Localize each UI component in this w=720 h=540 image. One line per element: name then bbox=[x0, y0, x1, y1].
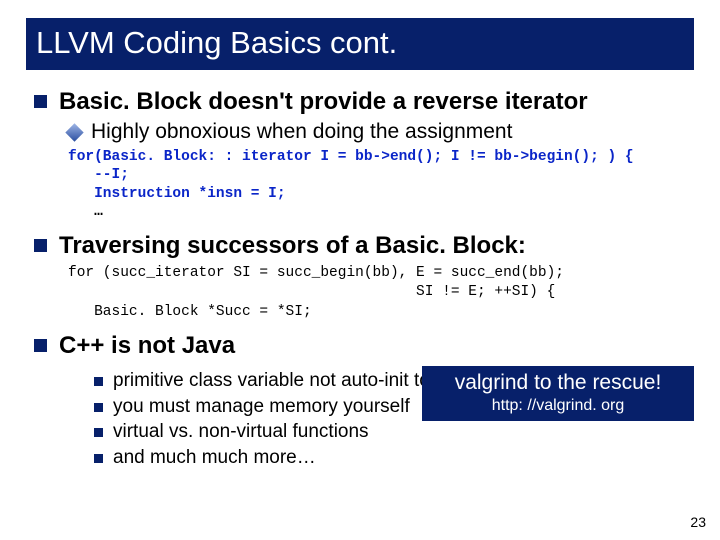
square-bullet-icon bbox=[94, 454, 103, 463]
code-line: Basic. Block *Succ = *SI; bbox=[68, 304, 312, 320]
code-line: Instruction *insn = I; bbox=[68, 186, 286, 202]
sub-bullet-text: and much much more… bbox=[113, 447, 316, 470]
square-bullet-icon bbox=[34, 339, 47, 352]
sub-bullet-text: you must manage memory yourself bbox=[113, 396, 410, 419]
code-block: for (succ_iterator SI = succ_begin(bb), … bbox=[68, 264, 694, 323]
slide: LLVM Coding Basics cont. Basic. Block do… bbox=[0, 0, 720, 540]
sub-bullet-item: and much much more… bbox=[94, 447, 694, 470]
bullet-item: Traversing successors of a Basic. Block: bbox=[34, 232, 694, 260]
sub-bullet-text: primitive class variable not auto-init t… bbox=[113, 370, 446, 393]
square-bullet-icon bbox=[94, 403, 103, 412]
sub-bullet-area: valgrind to the rescue! http: //valgrind… bbox=[94, 370, 694, 470]
callout-box: valgrind to the rescue! http: //valgrind… bbox=[422, 366, 694, 421]
square-bullet-icon bbox=[94, 428, 103, 437]
square-bullet-icon bbox=[34, 95, 47, 108]
code-line: for(Basic. Block: : iterator I = bb->end… bbox=[68, 149, 634, 165]
sub-bullet-item: Highly obnoxious when doing the assignme… bbox=[68, 120, 694, 144]
code-line: for (succ_iterator SI = succ_begin(bb), … bbox=[68, 265, 564, 281]
bullet-item: Basic. Block doesn't provide a reverse i… bbox=[34, 88, 694, 116]
code-line: … bbox=[68, 204, 103, 220]
code-line: SI != E; ++SI) { bbox=[68, 284, 555, 300]
bullet-item: C++ is not Java bbox=[34, 332, 694, 360]
square-bullet-icon bbox=[94, 377, 103, 386]
page-number: 23 bbox=[690, 514, 706, 530]
bullet-list: Basic. Block doesn't provide a reverse i… bbox=[26, 88, 694, 470]
sub-bullet-text: virtual vs. non-virtual functions bbox=[113, 421, 369, 444]
bullet-heading: C++ is not Java bbox=[59, 332, 235, 360]
slide-title: LLVM Coding Basics cont. bbox=[26, 18, 694, 70]
code-block: for(Basic. Block: : iterator I = bb->end… bbox=[68, 148, 694, 222]
callout-title: valgrind to the rescue! bbox=[428, 370, 688, 395]
square-bullet-icon bbox=[34, 239, 47, 252]
sub-bullet-text: Highly obnoxious when doing the assignme… bbox=[91, 120, 512, 144]
bullet-heading: Traversing successors of a Basic. Block: bbox=[59, 232, 526, 260]
sub-bullet-item: virtual vs. non-virtual functions bbox=[94, 421, 694, 444]
code-line: --I; bbox=[68, 167, 129, 183]
bullet-heading: Basic. Block doesn't provide a reverse i… bbox=[59, 88, 588, 116]
callout-url: http: //valgrind. org bbox=[428, 397, 688, 415]
diamond-bullet-icon bbox=[65, 123, 83, 141]
